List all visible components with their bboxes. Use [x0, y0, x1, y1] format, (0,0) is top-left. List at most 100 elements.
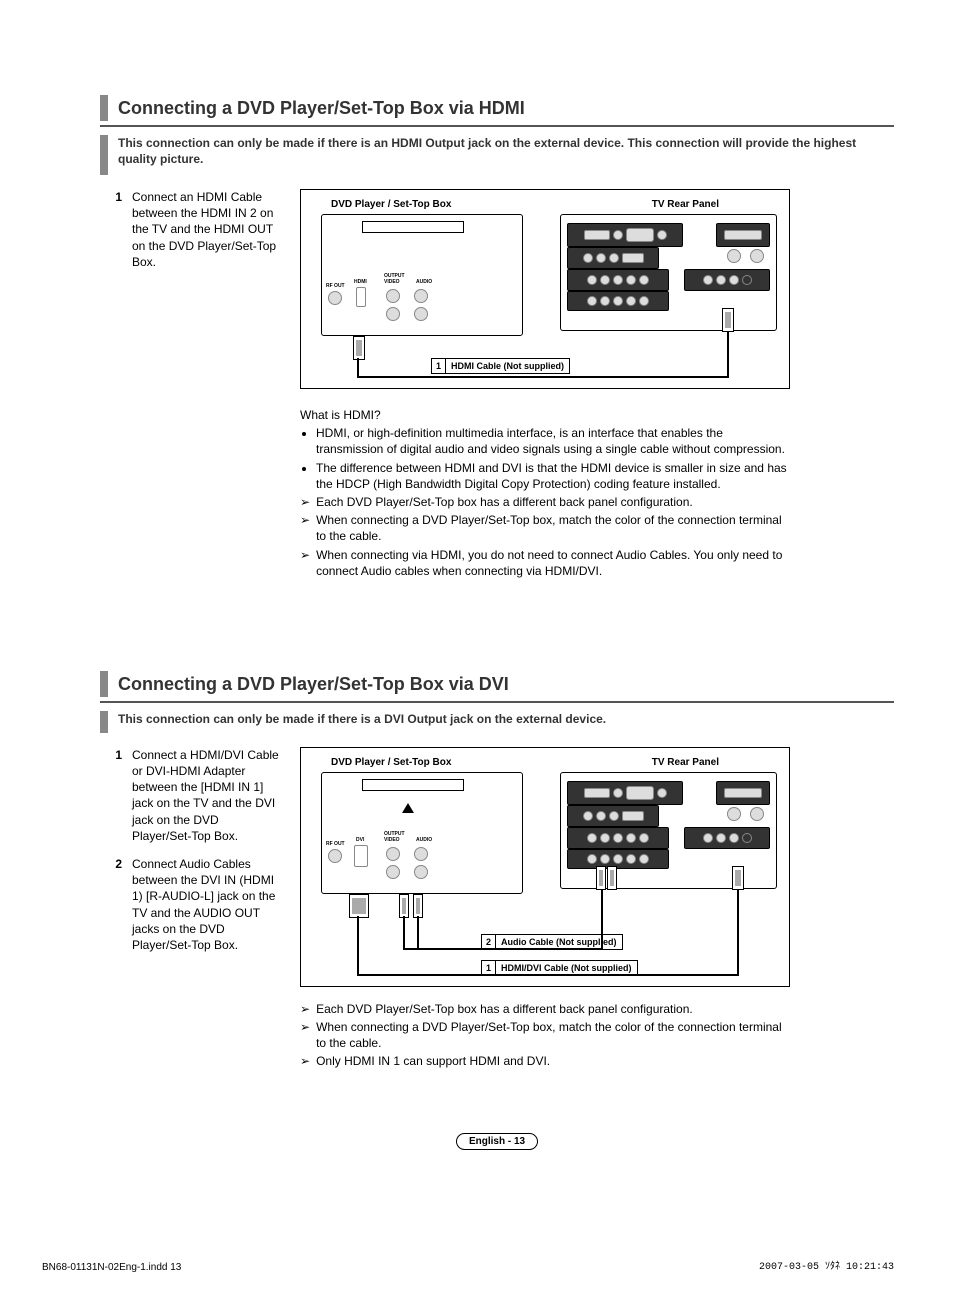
explain-block: What is HDMI? HDMI, or high-definition m…	[300, 407, 790, 579]
bullet-item: The difference between HDMI and DVI is t…	[316, 460, 790, 492]
optical-port-icon	[584, 788, 610, 798]
component2-row	[567, 849, 669, 869]
component-row	[567, 269, 669, 291]
ant-port-icon	[727, 249, 741, 263]
disc-slot-icon	[362, 221, 464, 233]
section-title: Connecting a DVD Player/Set-Top Box via …	[118, 96, 525, 120]
port-icon	[609, 253, 619, 263]
tv-rear-panel-box	[560, 772, 777, 889]
diagram-label-tv: TV Rear Panel	[652, 756, 719, 770]
port-icon	[626, 854, 636, 864]
port-icon	[716, 275, 726, 285]
port-icon	[587, 275, 597, 285]
cable-number: 1	[482, 961, 496, 975]
port-icon	[587, 833, 597, 843]
steps-column: 1 Connect an HDMI Cable between the HDMI…	[100, 189, 280, 282]
audio-l-port-icon	[414, 865, 428, 879]
cable-number: 1	[432, 359, 446, 373]
cable-label: 1 HDMI Cable (Not supplied)	[431, 358, 570, 374]
diagram-column: DVD Player / Set-Top Box TV Rear Panel O…	[300, 189, 894, 581]
port-icon	[626, 275, 636, 285]
heading-accent-bar	[100, 671, 108, 697]
cable-text: HDMI Cable (Not supplied)	[446, 359, 569, 373]
dvd-player-box: OUTPUT HDMI VIDEO AUDIO RF OUT	[321, 214, 523, 336]
diagram-label-player: DVD Player / Set-Top Box	[331, 756, 451, 770]
print-footer-right: 2007-03-05 ｿﾀﾈ 10:21:43	[759, 1261, 894, 1275]
optical-port-icon	[584, 230, 610, 240]
steps-column: 1 Connect a HDMI/DVI Cable or DVI-HDMI A…	[100, 747, 280, 965]
diagram-column: DVD Player / Set-Top Box TV Rear Panel O…	[300, 747, 894, 1072]
arrow-icon: ➢	[300, 1019, 310, 1051]
tv-port-row-2	[567, 805, 659, 827]
tv-rear-panel-box	[560, 214, 777, 331]
note-text: This connection can only be made if ther…	[118, 135, 894, 167]
audio-jack-icon	[657, 788, 667, 798]
cable-text: Audio Cable (Not supplied)	[496, 935, 622, 949]
rca-connector-icon	[596, 866, 606, 890]
port-label: VIDEO	[384, 837, 400, 844]
port-icon	[613, 275, 623, 285]
port-icon	[596, 811, 606, 821]
port-icon	[639, 275, 649, 285]
arrow-item: ➢When connecting a DVD Player/Set-Top bo…	[300, 512, 790, 544]
section-note: This connection can only be made if ther…	[100, 135, 894, 175]
manual-page: Connecting a DVD Player/Set-Top Box via …	[0, 0, 954, 1190]
arrow-item: ➢When connecting via HDMI, you do not ne…	[300, 547, 790, 579]
port-icon	[613, 854, 623, 864]
port-icon	[600, 833, 610, 843]
hdmi-port-icon	[356, 287, 366, 307]
arrow-icon: ➢	[300, 512, 310, 544]
dvi-connector-icon	[349, 894, 369, 918]
av-row	[684, 827, 770, 849]
port-icon	[587, 854, 597, 864]
arrow-icon: ➢	[300, 547, 310, 579]
note-text: This connection can only be made if ther…	[118, 711, 606, 727]
rca-connector-icon	[607, 866, 617, 890]
port-icon	[609, 811, 619, 821]
rca-connector-icon	[399, 894, 409, 918]
hdmi-in-port-icon	[724, 788, 762, 798]
heading-accent-bar	[100, 95, 108, 121]
vga-port-icon	[626, 228, 654, 242]
port-icon	[613, 296, 623, 306]
cable-line	[357, 358, 359, 376]
tv-port-row-1	[567, 223, 683, 247]
port-icon	[600, 854, 610, 864]
explain-block: ➢Each DVD Player/Set-Top box has a diffe…	[300, 1001, 790, 1070]
port-icon	[626, 833, 636, 843]
section-body: 1 Connect an HDMI Cable between the HDMI…	[100, 189, 894, 581]
arrow-item: ➢Each DVD Player/Set-Top box has a diffe…	[300, 1001, 790, 1017]
port-label: HDMI	[354, 279, 367, 286]
bullet-list: HDMI, or high-definition multimedia inte…	[300, 425, 790, 492]
arrow-list: ➢Each DVD Player/Set-Top box has a diffe…	[300, 494, 790, 579]
step: 1 Connect an HDMI Cable between the HDMI…	[110, 189, 280, 270]
tv-port-row-2	[567, 247, 659, 269]
arrow-icon: ➢	[300, 1053, 310, 1069]
port-icon	[626, 296, 636, 306]
cable-line	[357, 916, 359, 974]
cable-number: 2	[482, 935, 496, 949]
port-icon	[639, 296, 649, 306]
port-icon	[729, 275, 739, 285]
arrow-text: Only HDMI IN 1 can support HDMI and DVI.	[316, 1053, 550, 1069]
component-row	[567, 827, 669, 849]
cable-line	[417, 916, 419, 948]
diagram-label-player: DVD Player / Set-Top Box	[331, 198, 451, 212]
ant-port-icon	[750, 807, 764, 821]
cable-line	[403, 916, 405, 948]
port-label: RF OUT	[326, 841, 345, 848]
antenna-ports	[727, 807, 764, 825]
hdmi-connector-icon	[353, 336, 365, 360]
ant-port-icon	[750, 249, 764, 263]
video-port-icon	[386, 289, 400, 303]
rf-port-icon	[328, 849, 342, 863]
hdmi-connector-icon	[732, 866, 744, 890]
cable-label: 2 Audio Cable (Not supplied)	[481, 934, 623, 950]
video2-port-icon	[386, 307, 400, 321]
audio-jack-icon	[613, 788, 623, 798]
arrow-icon: ➢	[300, 1001, 310, 1017]
cable-text: HDMI/DVI Cable (Not supplied)	[496, 961, 637, 975]
disc-slot-icon	[362, 779, 464, 791]
section-dvi: Connecting a DVD Player/Set-Top Box via …	[100, 671, 894, 1072]
hdmi-connector-icon	[722, 308, 734, 332]
